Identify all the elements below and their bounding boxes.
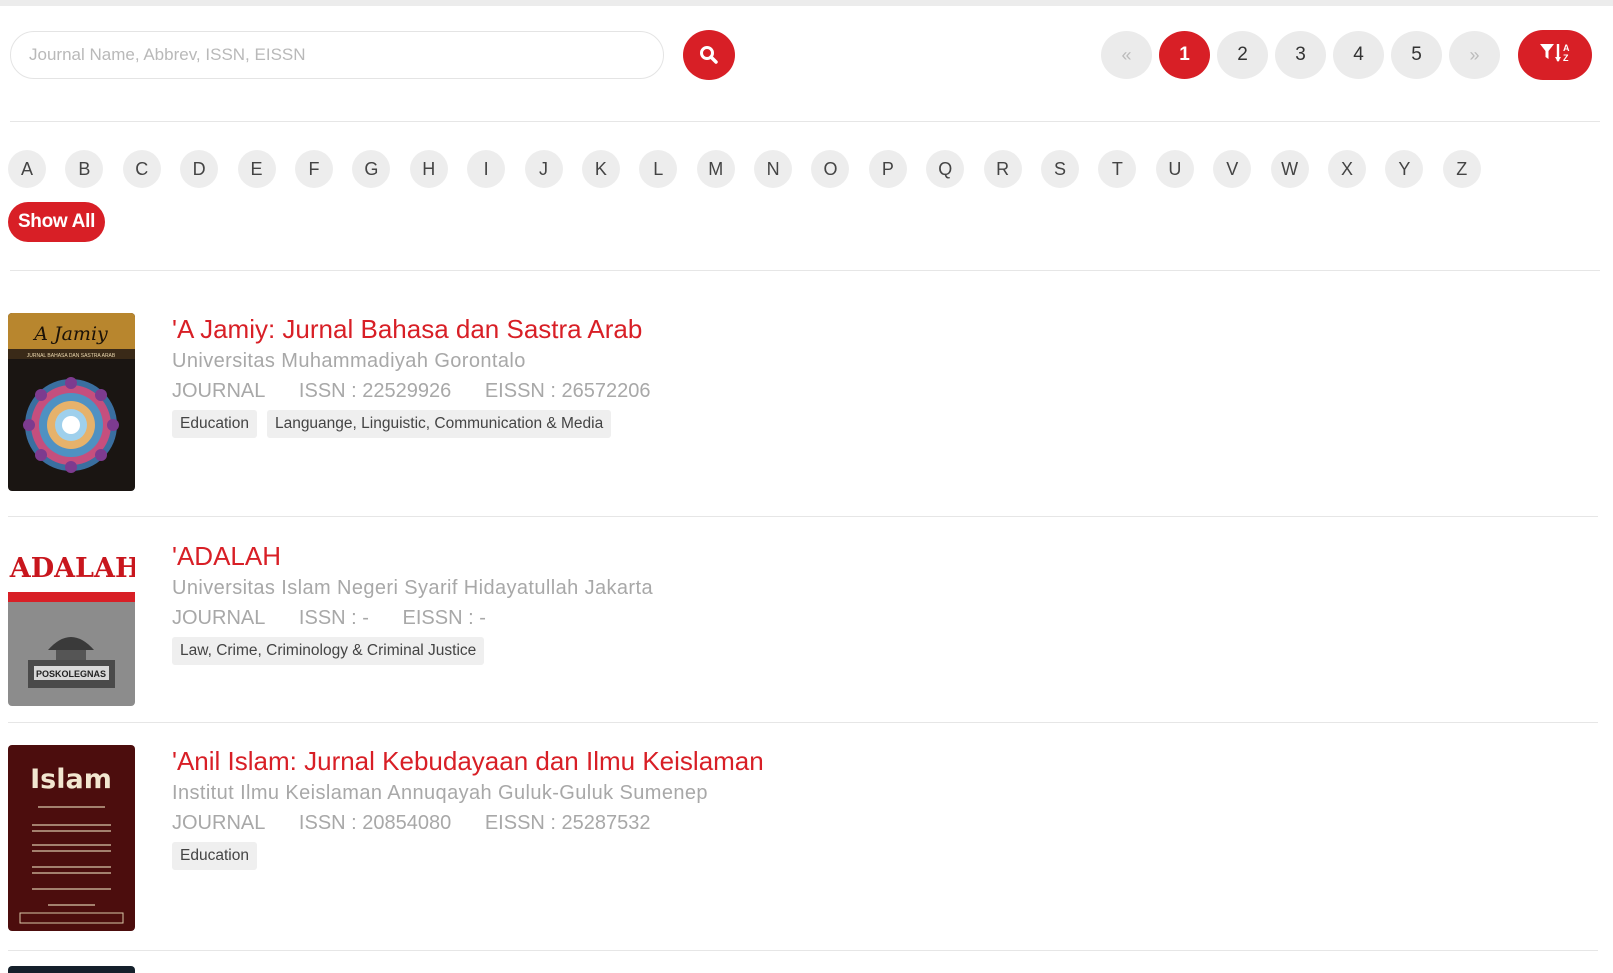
- letter-g[interactable]: G: [352, 150, 391, 188]
- letter-z[interactable]: Z: [1442, 150, 1481, 188]
- letter-v[interactable]: V: [1213, 150, 1252, 188]
- letter-r[interactable]: R: [983, 150, 1022, 188]
- cover-subtitle: JURNAL BAHASA DAN SASTRA ARAB: [27, 353, 116, 359]
- divider: [8, 516, 1598, 517]
- letter-l[interactable]: L: [639, 150, 678, 188]
- svg-text:A: A: [1563, 43, 1570, 53]
- journal-eissn: EISSN : 25287532: [484, 812, 651, 834]
- subject-tag[interactable]: Languange, Linguistic, Communication & M…: [266, 410, 612, 438]
- journal-type: JOURNAL: [172, 812, 266, 834]
- search-input[interactable]: [10, 31, 664, 79]
- subject-tag[interactable]: Education: [172, 842, 257, 870]
- alphabet-filter: A B C D E F G H I J K L M N O P Q R S T …: [8, 150, 1481, 188]
- letter-b[interactable]: B: [65, 150, 104, 188]
- journal-issn: ISSN : 22529926: [298, 380, 452, 402]
- journal-institution: Universitas Muhammadiyah Gorontalo: [172, 350, 526, 372]
- journal-title[interactable]: 'Anil Islam: Jurnal Kebudayaan dan Ilmu …: [172, 745, 764, 777]
- svg-text:Z: Z: [1563, 53, 1569, 63]
- journal-info: 'A Jamiy: Jurnal Bahasa dan Sastra Arab …: [172, 313, 679, 438]
- subject-tag[interactable]: Education: [172, 410, 257, 438]
- journal-info: 'ADALAH Universitas Islam Negeri Syarif …: [172, 540, 653, 665]
- journal-cover[interactable]: A Jamiy JURNAL BAHASA DAN SASTRA ARAB: [8, 313, 135, 491]
- pagination-prev[interactable]: «: [1101, 31, 1152, 79]
- page-1[interactable]: 1: [1159, 31, 1210, 79]
- letter-k[interactable]: K: [581, 150, 620, 188]
- journal-cover-partial[interactable]: [8, 966, 135, 973]
- letter-m[interactable]: M: [696, 150, 735, 188]
- page-3[interactable]: 3: [1275, 31, 1326, 79]
- letter-t[interactable]: T: [1098, 150, 1137, 188]
- subject-tags: Education: [172, 842, 764, 870]
- journal-meta: JOURNAL ISSN : 22529926 EISSN : 26572206: [172, 378, 679, 404]
- letter-a[interactable]: A: [8, 150, 46, 188]
- journal-cover[interactable]: Islam: [8, 745, 135, 931]
- letter-y[interactable]: Y: [1385, 150, 1424, 188]
- letter-u[interactable]: U: [1155, 150, 1194, 188]
- divider: [8, 722, 1598, 723]
- letter-q[interactable]: Q: [926, 150, 965, 188]
- letter-o[interactable]: O: [811, 150, 850, 188]
- journal-institution: Universitas Islam Negeri Syarif Hidayatu…: [172, 577, 653, 599]
- pagination-next[interactable]: »: [1449, 31, 1500, 79]
- page-2[interactable]: 2: [1217, 31, 1268, 79]
- letter-p[interactable]: P: [868, 150, 907, 188]
- letter-h[interactable]: H: [409, 150, 448, 188]
- letter-j[interactable]: J: [524, 150, 563, 188]
- journal-eissn: EISSN : -: [402, 607, 486, 629]
- search-button[interactable]: [683, 30, 735, 80]
- letter-f[interactable]: F: [294, 150, 333, 188]
- letter-c[interactable]: C: [122, 150, 161, 188]
- letter-n[interactable]: N: [754, 150, 793, 188]
- pagination: « 1 2 3 4 5 »: [1101, 31, 1500, 79]
- show-all-button[interactable]: Show All: [8, 202, 105, 242]
- letter-s[interactable]: S: [1041, 150, 1080, 188]
- letter-e[interactable]: E: [237, 150, 276, 188]
- divider: [10, 121, 1600, 122]
- filter-sort-button[interactable]: A Z: [1518, 30, 1592, 80]
- letter-d[interactable]: D: [180, 150, 219, 188]
- journal-cover[interactable]: 'ADALAH POSKOLEGNAS: [8, 540, 135, 706]
- journal-type: JOURNAL: [172, 607, 266, 629]
- journal-institution: Institut Ilmu Keislaman Annuqayah Guluk-…: [172, 782, 708, 804]
- subject-tags: Law, Crime, Criminology & Criminal Justi…: [172, 637, 653, 665]
- filter-sort-az-icon: A Z: [1538, 40, 1572, 71]
- journal-meta: JOURNAL ISSN : - EISSN : -: [172, 605, 653, 631]
- letter-x[interactable]: X: [1327, 150, 1366, 188]
- divider: [8, 950, 1598, 951]
- journal-issn: ISSN : 20854080: [298, 812, 452, 834]
- search-icon: [683, 45, 735, 65]
- letter-i[interactable]: I: [467, 150, 506, 188]
- subject-tags: Education Languange, Linguistic, Communi…: [172, 410, 679, 438]
- letter-w[interactable]: W: [1270, 150, 1309, 188]
- journal-title[interactable]: 'ADALAH: [172, 540, 653, 572]
- cover-label: POSKOLEGNAS: [36, 669, 106, 679]
- journal-type: JOURNAL: [172, 380, 266, 402]
- journal-issn: ISSN : -: [298, 607, 369, 629]
- top-border: [0, 0, 1613, 6]
- subject-tag[interactable]: Law, Crime, Criminology & Criminal Justi…: [172, 637, 485, 665]
- cover-title: A Jamiy: [32, 323, 108, 345]
- journal-eissn: EISSN : 26572206: [484, 380, 651, 402]
- cover-title: Islam: [30, 764, 112, 795]
- cover-title: 'ADALAH: [8, 553, 135, 584]
- page-5[interactable]: 5: [1391, 31, 1442, 79]
- page-4[interactable]: 4: [1333, 31, 1384, 79]
- journal-title[interactable]: 'A Jamiy: Jurnal Bahasa dan Sastra Arab: [172, 313, 679, 345]
- journal-meta: JOURNAL ISSN : 20854080 EISSN : 25287532: [172, 810, 764, 836]
- journal-info: 'Anil Islam: Jurnal Kebudayaan dan Ilmu …: [172, 745, 764, 870]
- divider: [10, 270, 1600, 271]
